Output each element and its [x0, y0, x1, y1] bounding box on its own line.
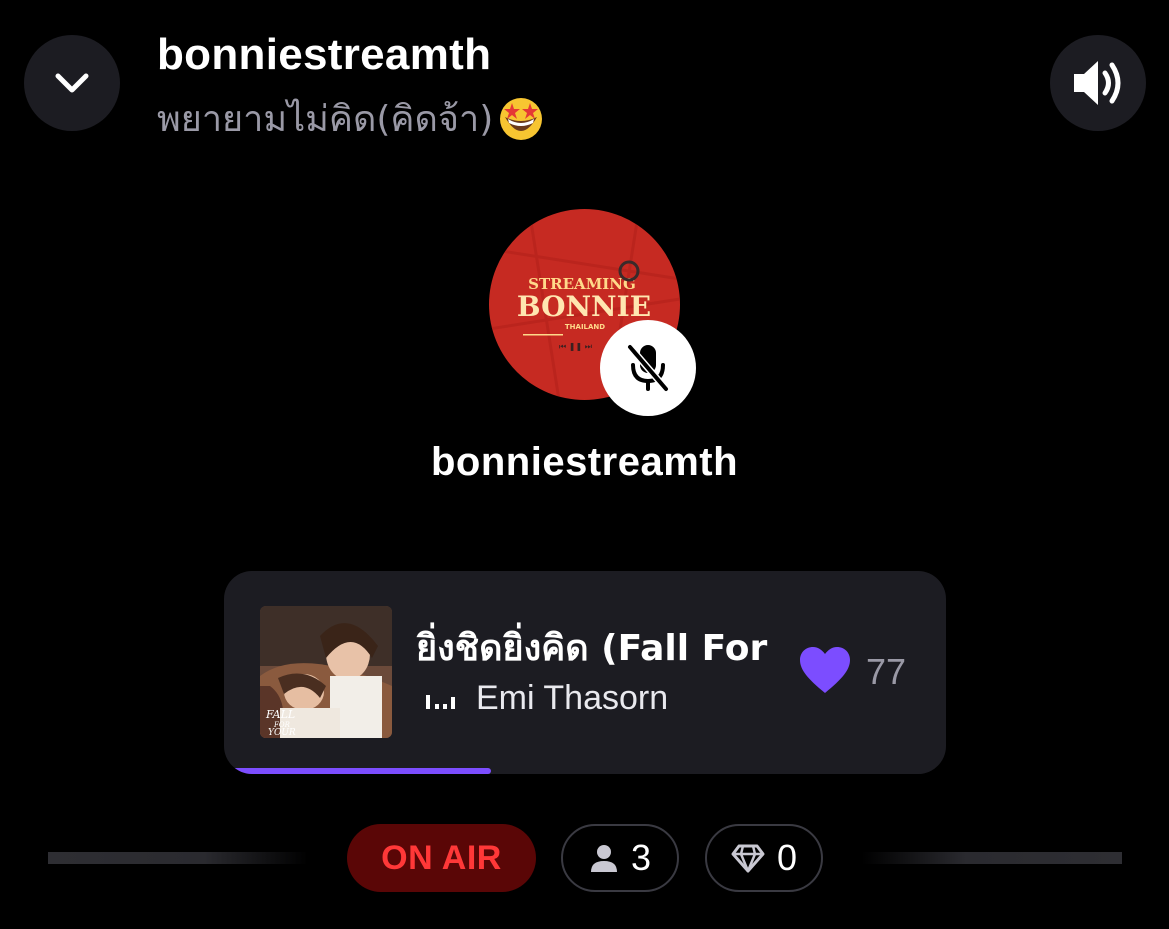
gems-count-pill[interactable]: 0 [705, 824, 823, 892]
person-icon [590, 845, 617, 872]
chevron-down-icon [55, 73, 89, 93]
artist-row: Emi Thasorn [424, 679, 668, 718]
song-progress-fill [224, 768, 492, 774]
collapse-button[interactable] [24, 35, 120, 131]
equalizer-icon [426, 694, 455, 709]
divider-left [48, 852, 308, 864]
speaker-volume-icon [1074, 61, 1121, 105]
listeners-count-pill[interactable]: 3 [561, 824, 679, 892]
room-subtitle: พยายามไม่คิด(คิดจ้า) [157, 90, 545, 147]
album-art-text-fall: FALL [265, 708, 295, 721]
album-art-text-your: YOUR [268, 728, 296, 738]
on-air-badge: ON AIR [347, 824, 536, 892]
live-audio-room: bonniestreamth พยายามไม่คิด(คิดจ้า) STRE… [0, 0, 1169, 929]
diamond-icon [731, 844, 765, 873]
like-count: 77 [866, 651, 907, 692]
album-art-image: FALL FOR YOUR [260, 606, 392, 738]
star-struck-emoji-icon [500, 97, 543, 140]
artist-name: Emi Thasorn [476, 679, 669, 717]
svg-text:⏮ ❚❚ ⏭: ⏮ ❚❚ ⏭ [559, 342, 592, 351]
now-playing-card[interactable]: FALL FOR YOUR ยิ่งชิดยิ่งคิด (Fall For E… [224, 571, 946, 774]
song-title: ยิ่งชิดยิ่งคิด (Fall For [416, 628, 768, 669]
mic-off-icon [626, 343, 670, 393]
listeners-count: 3 [630, 837, 652, 878]
host-name: bonniestreamth [430, 440, 739, 484]
gems-count: 0 [776, 837, 798, 878]
mute-status-badge [600, 320, 696, 416]
song-progress-bar [224, 768, 946, 774]
heart-icon[interactable] [798, 645, 852, 695]
room-subtitle-text: พยายามไม่คิด(คิดจ้า) [157, 99, 494, 140]
divider-right [862, 852, 1122, 864]
album-art: FALL FOR YOUR [260, 606, 392, 738]
volume-button[interactable] [1050, 35, 1146, 131]
avatar-text-bonnie: BONNIE [517, 290, 651, 323]
avatar-text-thailand: THAILAND [565, 323, 605, 331]
room-title: bonniestreamth [157, 30, 492, 79]
